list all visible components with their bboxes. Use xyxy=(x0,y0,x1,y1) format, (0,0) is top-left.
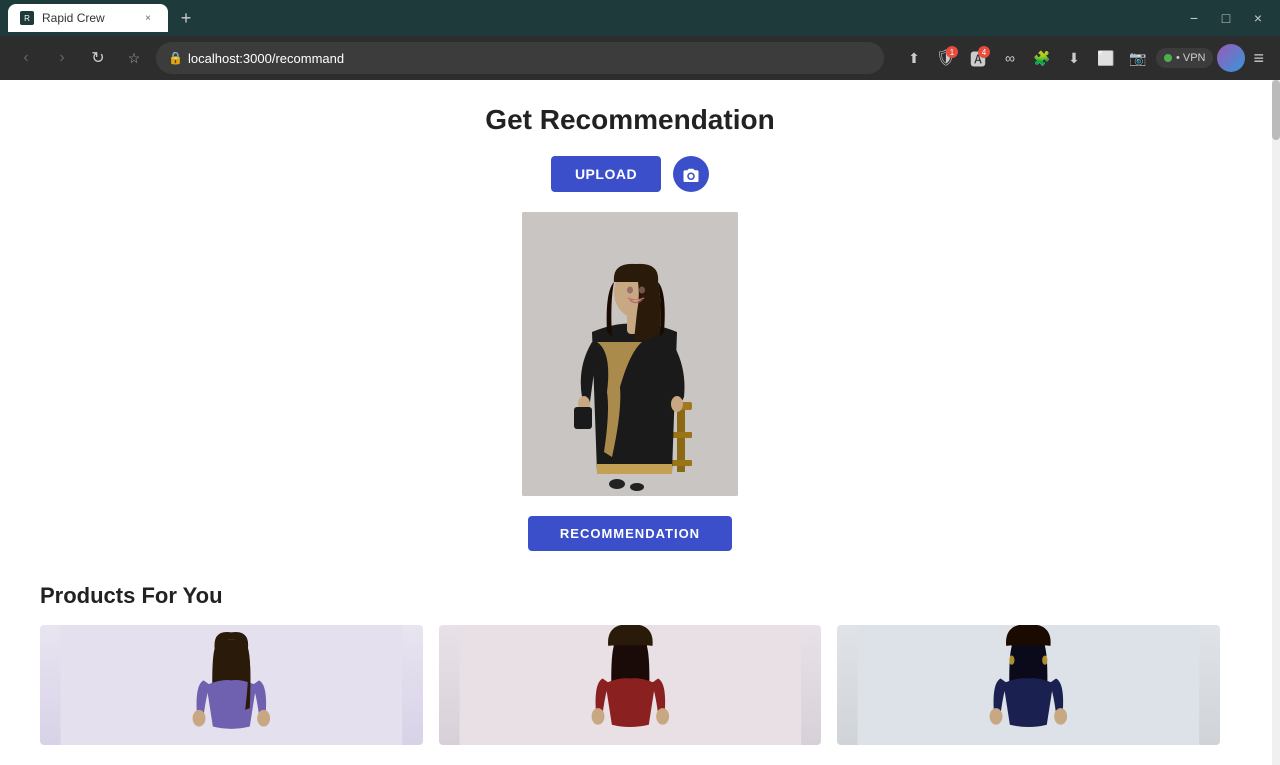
vpn-status-dot xyxy=(1164,54,1172,62)
address-input[interactable]: localhost:3000/recommand xyxy=(156,42,884,74)
link-icon[interactable]: ∞ xyxy=(996,44,1024,72)
camera-extension-icon[interactable]: 📷 xyxy=(1124,44,1152,72)
products-section-title: Products For You xyxy=(40,583,1220,609)
image-container xyxy=(40,212,1220,496)
extension-icon-1[interactable]: 🛡 1 xyxy=(932,44,960,72)
reload-button[interactable]: ↻ xyxy=(84,44,112,72)
products-grid xyxy=(40,625,1220,745)
recommendation-button[interactable]: RECOMMENDATION xyxy=(528,516,732,551)
forward-button[interactable]: › xyxy=(48,44,76,72)
address-bar: ‹ › ↻ ☆ 🔒 localhost:3000/recommand ⬆ 🛡 1… xyxy=(0,36,1280,80)
download-icon[interactable]: ⬇ xyxy=(1060,44,1088,72)
maximize-button[interactable]: □ xyxy=(1212,4,1240,32)
product-image-3 xyxy=(837,625,1220,745)
split-view-icon[interactable]: ⬜ xyxy=(1092,44,1120,72)
model-image-svg xyxy=(522,212,738,496)
share-icon[interactable]: ⬆ xyxy=(900,44,928,72)
camera-icon xyxy=(682,166,700,182)
tab-close-button[interactable]: × xyxy=(140,10,156,26)
product-image-1 xyxy=(40,625,423,745)
tab-bar: R Rapid Crew × + − □ × xyxy=(0,0,1280,36)
bookmark-button[interactable]: ☆ xyxy=(120,44,148,72)
browser-chrome: R Rapid Crew × + − □ × ‹ › ↻ ☆ 🔒 localho… xyxy=(0,0,1280,765)
tab-title: Rapid Crew xyxy=(42,11,132,25)
vpn-button[interactable]: • VPN xyxy=(1156,48,1214,68)
product-model-2 xyxy=(439,625,822,745)
product-image-2 xyxy=(439,625,822,745)
window-controls: − □ × xyxy=(1180,4,1272,32)
badge-1: 1 xyxy=(946,46,958,58)
product-card-1[interactable] xyxy=(40,625,423,745)
address-wrapper: 🔒 localhost:3000/recommand xyxy=(156,42,884,74)
puzzle-icon[interactable]: 🧩 xyxy=(1028,44,1056,72)
product-model-3 xyxy=(837,625,1220,745)
camera-button[interactable] xyxy=(673,156,709,192)
minimize-button[interactable]: − xyxy=(1180,4,1208,32)
page-content: Get Recommendation UPLOAD xyxy=(0,80,1280,765)
product-card-3[interactable] xyxy=(837,625,1220,745)
main-content-wrapper: Get Recommendation UPLOAD xyxy=(0,80,1260,765)
browser-tab[interactable]: R Rapid Crew × xyxy=(8,4,168,32)
scrollbar[interactable] xyxy=(1272,80,1280,765)
upload-section: UPLOAD xyxy=(40,156,1220,192)
close-button[interactable]: × xyxy=(1244,4,1272,32)
extension-icon-2[interactable]: 🅰 4 xyxy=(964,44,992,72)
toolbar-icons: ⬆ 🛡 1 🅰 4 ∞ 🧩 ⬇ ⬜ 📷 xyxy=(900,44,1268,73)
uploaded-image xyxy=(522,212,738,496)
lock-icon: 🔒 xyxy=(168,51,183,65)
scrollbar-thumb[interactable] xyxy=(1272,80,1280,140)
badge-2: 4 xyxy=(978,46,990,58)
product-card-2[interactable] xyxy=(439,625,822,745)
products-section: Products For You xyxy=(40,583,1220,765)
profile-avatar[interactable] xyxy=(1217,44,1245,72)
menu-button[interactable]: ≡ xyxy=(1249,44,1268,73)
product-model-1 xyxy=(40,625,423,745)
back-button[interactable]: ‹ xyxy=(12,44,40,72)
tab-favicon: R xyxy=(20,11,34,25)
new-tab-button[interactable]: + xyxy=(172,4,200,32)
page-title: Get Recommendation xyxy=(40,80,1220,156)
upload-button[interactable]: UPLOAD xyxy=(551,156,661,192)
